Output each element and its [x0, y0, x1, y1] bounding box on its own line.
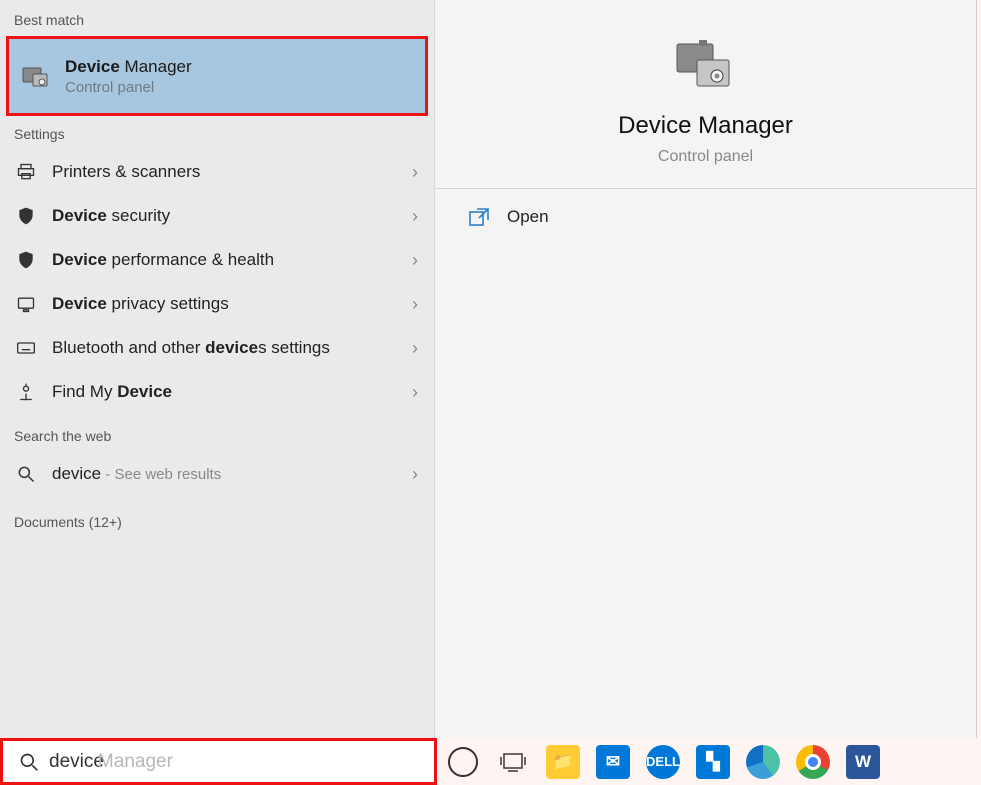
- search-input[interactable]: [47, 750, 426, 774]
- chevron-right-icon: ›: [412, 382, 418, 403]
- item-rest: performance & health: [107, 250, 274, 269]
- detail-subtitle: Control panel: [658, 148, 753, 166]
- file-explorer-icon[interactable]: 📁: [543, 742, 583, 782]
- web-suffix: - See web results: [101, 466, 221, 483]
- privacy-icon: [14, 294, 38, 314]
- web-search-item[interactable]: device - See web results ›: [0, 452, 434, 496]
- settings-item-device-performance[interactable]: Device performance & health ›: [0, 238, 434, 282]
- detail-pane: Device Manager Control panel Open: [435, 0, 976, 740]
- best-match-text: Device Manager Control panel: [65, 57, 192, 96]
- search-icon: [19, 752, 39, 772]
- chrome-icon[interactable]: [793, 742, 833, 782]
- settings-item-device-privacy[interactable]: Device privacy settings ›: [0, 282, 434, 326]
- item-bold: device: [205, 338, 258, 357]
- chevron-right-icon: ›: [412, 162, 418, 183]
- shield-icon: [14, 206, 38, 226]
- word-icon[interactable]: W: [843, 742, 883, 782]
- item-rest: s settings: [258, 338, 330, 357]
- item-pre: Bluetooth and other: [52, 338, 205, 357]
- device-manager-large-icon: [671, 36, 741, 94]
- chevron-right-icon: ›: [412, 338, 418, 359]
- section-settings: Settings: [0, 122, 434, 150]
- dell-icon[interactable]: DELL: [643, 742, 683, 782]
- best-subtitle: Control panel: [65, 79, 192, 96]
- printer-icon: [14, 162, 38, 182]
- detail-header: Device Manager Control panel: [435, 0, 976, 189]
- item-bold: Device: [52, 250, 107, 269]
- detail-title: Device Manager: [618, 112, 793, 140]
- item-bold: Device: [52, 206, 107, 225]
- search-bar[interactable]: device Manager: [0, 738, 437, 785]
- results-column: Best match Device Manager Control panel …: [0, 0, 435, 740]
- edge-icon[interactable]: [743, 742, 783, 782]
- item-rest: security: [107, 206, 170, 225]
- shield-icon: [14, 250, 38, 270]
- chevron-right-icon: ›: [412, 206, 418, 227]
- keyboard-icon: [14, 338, 38, 358]
- search-icon: [14, 464, 38, 484]
- mail-icon[interactable]: ✉: [593, 742, 633, 782]
- section-documents: Documents (12+): [0, 510, 434, 538]
- chevron-right-icon: ›: [412, 294, 418, 315]
- settings-item-find-my-device[interactable]: Find My Device ›: [0, 370, 434, 414]
- action-open[interactable]: Open: [435, 189, 976, 245]
- web-query: device: [52, 464, 101, 483]
- item-bold: Device: [52, 294, 107, 313]
- item-bold: Device: [117, 382, 172, 401]
- office-icon[interactable]: ▚: [693, 742, 733, 782]
- item-label: Printers & scanners: [52, 162, 200, 181]
- settings-item-printers[interactable]: Printers & scanners ›: [0, 150, 434, 194]
- chevron-right-icon: ›: [412, 250, 418, 271]
- action-label: Open: [507, 207, 549, 227]
- start-search-panel: Best match Device Manager Control panel …: [0, 0, 977, 740]
- best-title-bold: Device: [65, 57, 120, 76]
- settings-item-device-security[interactable]: Device security ›: [0, 194, 434, 238]
- section-best-match: Best match: [0, 8, 434, 36]
- open-icon: [469, 208, 489, 226]
- best-title-rest: Manager: [120, 57, 192, 76]
- task-view-icon[interactable]: [493, 742, 533, 782]
- item-rest: privacy settings: [107, 294, 229, 313]
- location-icon: [14, 382, 38, 402]
- taskbar: 📁 ✉ DELL ▚ W: [437, 738, 978, 785]
- cortana-icon[interactable]: [443, 742, 483, 782]
- device-manager-icon: [21, 60, 53, 92]
- item-pre: Find My: [52, 382, 117, 401]
- best-match-result[interactable]: Device Manager Control panel: [6, 36, 428, 116]
- chevron-right-icon: ›: [412, 464, 418, 485]
- section-web: Search the web: [0, 424, 434, 452]
- settings-item-bluetooth[interactable]: Bluetooth and other devices settings ›: [0, 326, 434, 370]
